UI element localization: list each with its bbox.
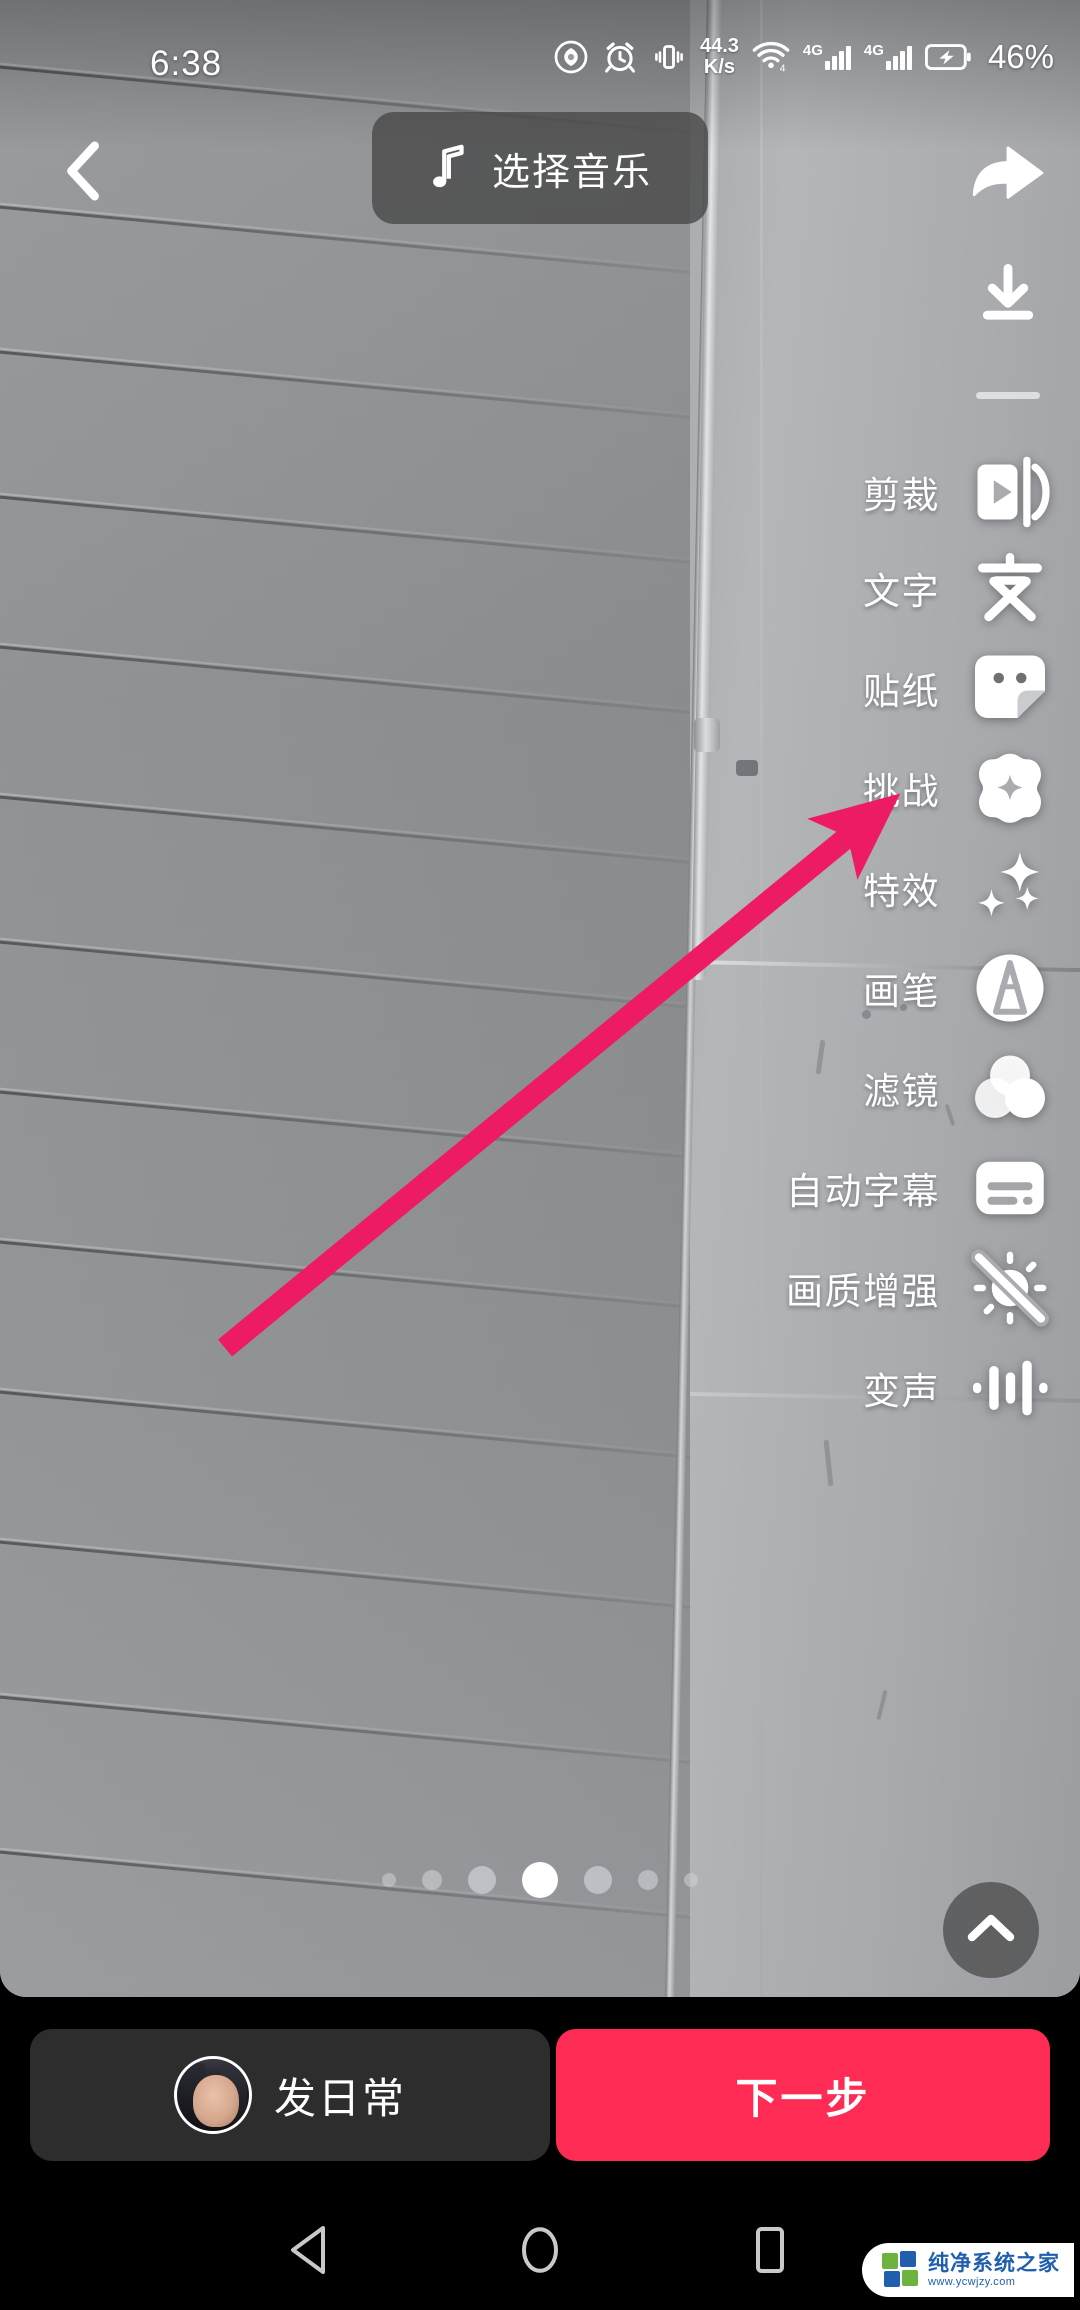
download-button[interactable]: [962, 250, 1054, 342]
tool-label: 贴纸: [863, 671, 940, 712]
voice-wave-icon: [962, 1340, 1058, 1436]
page-indicator: [0, 1862, 1080, 1898]
tool-label: 变声: [863, 1371, 940, 1412]
site-watermark: 纯净系统之家 www.ycwjzy.com: [862, 2243, 1074, 2297]
tool-item-brush[interactable]: 画笔: [863, 940, 1058, 1036]
tool-label: 画质增强: [786, 1271, 940, 1312]
page-dot[interactable]: [422, 1870, 442, 1890]
page-dot[interactable]: [468, 1866, 496, 1894]
tool-item-sticker[interactable]: 贴纸: [863, 640, 1058, 736]
rail-divider: [976, 392, 1040, 399]
phone-screen: 6:38 44.3 K/s 4 4G 4G 46% 选择音乐 剪裁 文字 贴纸 …: [0, 0, 1080, 2310]
chevron-left-icon: [59, 140, 111, 207]
nav-home-button[interactable]: [485, 2213, 595, 2291]
brush-icon: [962, 940, 1058, 1036]
tool-label: 文字: [863, 571, 940, 612]
tool-label: 剪裁: [863, 475, 940, 516]
select-music-label: 选择音乐: [491, 151, 652, 194]
post-daily-label: 发日常: [273, 2074, 406, 2122]
tool-item-effects[interactable]: 特效: [863, 840, 1058, 936]
tool-item-auto-subtitle[interactable]: 自动字幕: [786, 1140, 1058, 1236]
download-icon: [976, 261, 1040, 332]
tool-label: 挑战: [863, 771, 940, 812]
select-music-button[interactable]: 选择音乐: [372, 112, 708, 224]
nav-home-circle-icon: [517, 2224, 563, 2281]
wall-texture-lines: [0, 0, 690, 1997]
challenge-star-icon: [962, 740, 1058, 836]
trim-icon: [962, 444, 1058, 540]
sparkles-icon: [962, 840, 1058, 936]
next-step-button[interactable]: 下一步: [556, 2029, 1050, 2161]
watermark-name: 纯净系统之家: [928, 2251, 1060, 2275]
watermark-url: www.ycwjzy.com: [928, 2275, 1016, 2288]
nav-recents-square-icon: [750, 2224, 790, 2281]
tool-item-voice-change[interactable]: 变声: [863, 1340, 1058, 1436]
tool-label: 自动字幕: [786, 1171, 940, 1212]
watermark-text: 纯净系统之家 www.ycwjzy.com: [928, 2253, 1060, 2288]
bottom-action-bar: 发日常 下一步: [0, 1997, 1080, 2193]
user-avatar: [173, 2056, 252, 2134]
back-button[interactable]: [42, 130, 128, 216]
tool-label: 画笔: [863, 971, 940, 1012]
nav-recents-button[interactable]: [715, 2213, 825, 2291]
nav-back-triangle-icon: [287, 2224, 333, 2281]
page-dot-active[interactable]: [522, 1862, 558, 1898]
page-dot[interactable]: [382, 1873, 396, 1887]
nav-back-button[interactable]: [255, 2213, 365, 2291]
tool-item-text[interactable]: 文字: [863, 540, 1058, 636]
alarm-icon: [602, 39, 638, 75]
tool-label: 滤镜: [863, 1071, 940, 1112]
subtitle-icon: [962, 1140, 1058, 1236]
editor-tool-rail: 剪裁 文字 贴纸 挑战 特效 画笔 滤镜 自动字幕 画质增强 变声: [680, 0, 1080, 1997]
video-preview[interactable]: 6:38 44.3 K/s 4 4G 4G 46% 选择音乐 剪裁 文字 贴纸 …: [0, 0, 1080, 1997]
watermark-logo-icon: [882, 2251, 920, 2289]
share-button[interactable]: [962, 126, 1054, 218]
enhance-off-icon: [962, 1240, 1058, 1336]
filter-circles-icon: [962, 1040, 1058, 1136]
share-arrow-icon: [969, 137, 1047, 208]
music-note-icon: [428, 141, 472, 196]
text-icon: [962, 540, 1058, 636]
next-step-label: 下一步: [735, 2074, 871, 2122]
post-daily-button[interactable]: 发日常: [30, 2029, 550, 2161]
tool-item-quality-enhance[interactable]: 画质增强: [786, 1240, 1058, 1336]
page-dot[interactable]: [684, 1873, 698, 1887]
eye-icon: [553, 39, 589, 75]
status-time: 6:38: [150, 44, 223, 83]
chevron-up-icon: [966, 1911, 1016, 1950]
page-dot[interactable]: [584, 1866, 612, 1894]
page-dot[interactable]: [638, 1870, 658, 1890]
tool-item-crop[interactable]: 剪裁: [863, 444, 1058, 540]
tool-label: 特效: [863, 871, 940, 912]
tool-item-challenge[interactable]: 挑战: [863, 740, 1058, 836]
tool-item-filter[interactable]: 滤镜: [863, 1040, 1058, 1136]
sticker-icon: [962, 640, 1058, 736]
